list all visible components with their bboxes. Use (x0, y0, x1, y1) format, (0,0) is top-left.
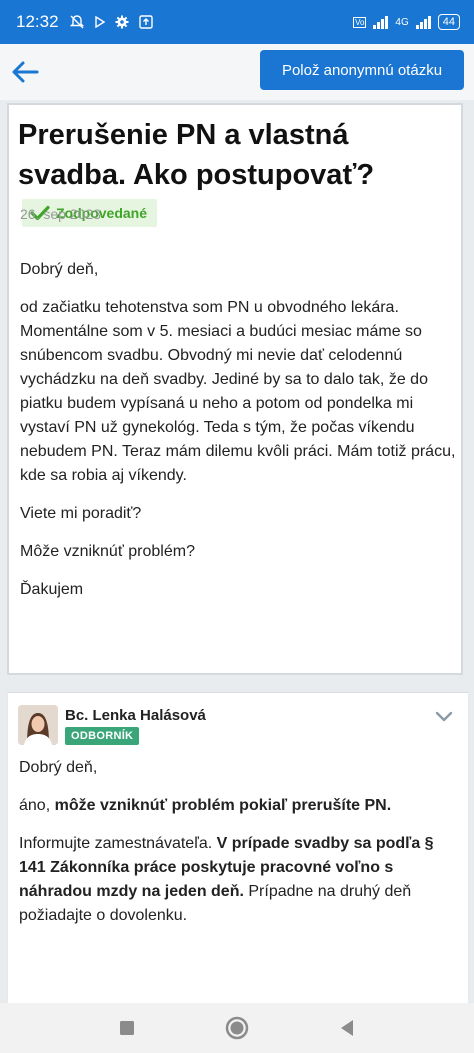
back-button[interactable] (10, 57, 40, 87)
ask-anonymous-question-button[interactable]: Polož anonymnú otázku (260, 50, 464, 90)
answer-body: Dobrý deň, áno, môže vzniknúť problém po… (19, 756, 459, 942)
question-paragraph: Dobrý deň, (20, 261, 99, 278)
question-date: 26. sep 2023 (20, 206, 101, 222)
square-icon (120, 1021, 134, 1035)
recents-button[interactable] (112, 1013, 142, 1043)
system-navigation-bar (0, 1003, 474, 1053)
battery-icon: 44 (437, 14, 460, 30)
expert-badge: ODBORNÍK (65, 727, 140, 745)
gear-icon (115, 15, 129, 29)
collapse-answer-button[interactable] (432, 707, 456, 727)
answer-paragraph: Informujte zamestnávateľa. V prípade sva… (19, 835, 434, 924)
question-body: Dobrý deň, od začiatku tehotenstva som P… (20, 258, 456, 616)
chevron-down-icon (435, 711, 453, 722)
triangle-back-icon (341, 1020, 353, 1036)
answer-paragraph: áno, môže vzniknúť problém pokiaľ preruš… (19, 797, 392, 814)
question-card: Prerušenie PN a vlastná svadba. Ako post… (7, 103, 463, 675)
signal-icon-2 (415, 15, 431, 29)
status-time: 12:32 (16, 12, 59, 31)
back-system-button[interactable] (332, 1013, 362, 1043)
status-bar: 12:32 Vo 4G 44 (0, 0, 474, 44)
arrow-left-icon (12, 61, 39, 83)
upload-icon (138, 15, 153, 29)
app-bar: Polož anonymnú otázku (0, 44, 474, 100)
answer-greeting: Dobrý deň, (19, 759, 98, 776)
home-button[interactable] (222, 1013, 252, 1043)
play-icon (94, 16, 105, 28)
bell-muted-icon (69, 15, 84, 29)
signal-icon (373, 15, 389, 29)
volte-icon: Vo (353, 16, 367, 28)
question-paragraph: Môže vzniknúť problém? (20, 543, 195, 560)
answer-author-name[interactable]: Bc. Lenka Halásová (65, 707, 206, 724)
question-paragraph: Viete mi poradiť? (20, 505, 142, 522)
answer-bold-text: môže vzniknúť problém pokiaľ prerušíte P… (54, 797, 392, 814)
question-paragraph: od začiatku tehotenstva som PN u obvodné… (20, 299, 456, 484)
question-paragraph: Ďakujem (20, 581, 84, 598)
answer-card: Bc. Lenka Halásová ODBORNÍK Dobrý deň, á… (7, 692, 469, 1013)
network-type: 4G (395, 16, 409, 28)
circle-icon (225, 1016, 249, 1040)
question-title-text: Prerušenie PN a vlastná svadba. Ako post… (18, 119, 375, 191)
avatar (18, 705, 58, 745)
